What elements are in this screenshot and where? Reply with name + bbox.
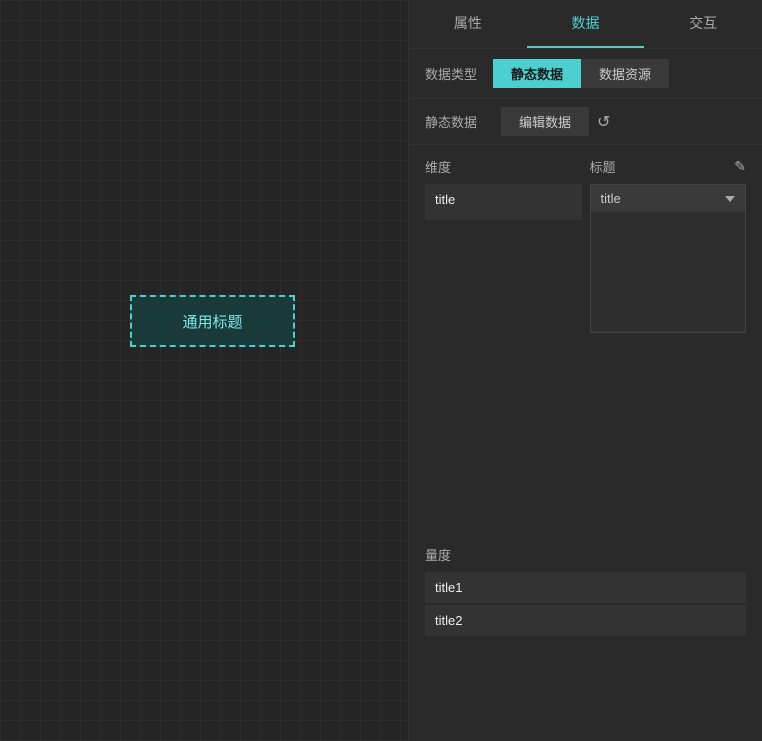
spacer [409,333,762,533]
static-data-row: 静态数据 编辑数据 ↺ [409,99,762,145]
tab-properties[interactable]: 属性 [409,0,527,48]
widget-label: 通用标题 [182,311,242,332]
dim-label-headers: 维度 标题 ✎ [425,157,746,176]
data-type-label: 数据类型 [425,64,477,83]
label-value-container: title [590,184,747,333]
measure-item-title1[interactable]: title1 [425,572,746,603]
measure-item-title2[interactable]: title2 [425,605,746,636]
label-dropdown-area: title [590,184,747,333]
tab-interaction[interactable]: 交互 [644,0,762,48]
static-data-btn[interactable]: 静态数据 [493,59,581,88]
static-data-label: 静态数据 [425,112,477,131]
dim-value-container: title [425,184,582,333]
label-col-header: 标题 ✎ [590,157,747,176]
measure-section: 量度 title1 title2 [409,533,762,638]
data-type-group: 静态数据 数据资源 [493,59,669,88]
data-type-row: 数据类型 静态数据 数据资源 [409,49,762,99]
canvas-area: 通用标题 [0,0,408,741]
dim-label-values: title title [425,184,746,333]
right-panel: 属性 数据 交互 数据类型 静态数据 数据资源 静态数据 编辑数据 ↺ 维度 标… [408,0,762,741]
top-tabs: 属性 数据 交互 [409,0,762,49]
label-dropdown-header[interactable]: title [591,185,746,212]
dim-value-box: title [425,184,582,220]
tab-data[interactable]: 数据 [527,0,645,48]
chevron-down-icon [725,196,735,202]
reset-icon[interactable]: ↺ [597,112,610,132]
resource-data-btn[interactable]: 数据资源 [581,59,669,88]
edit-data-button[interactable]: 编辑数据 [501,107,589,136]
label-dropdown-body [591,212,746,332]
title-edit-icon[interactable]: ✎ [734,158,746,175]
canvas-widget[interactable]: 通用标题 [130,295,295,347]
dim-label-section: 维度 标题 ✎ title title [409,145,762,333]
measure-header: 量度 [425,545,746,564]
dim-col-header: 维度 [425,157,582,176]
